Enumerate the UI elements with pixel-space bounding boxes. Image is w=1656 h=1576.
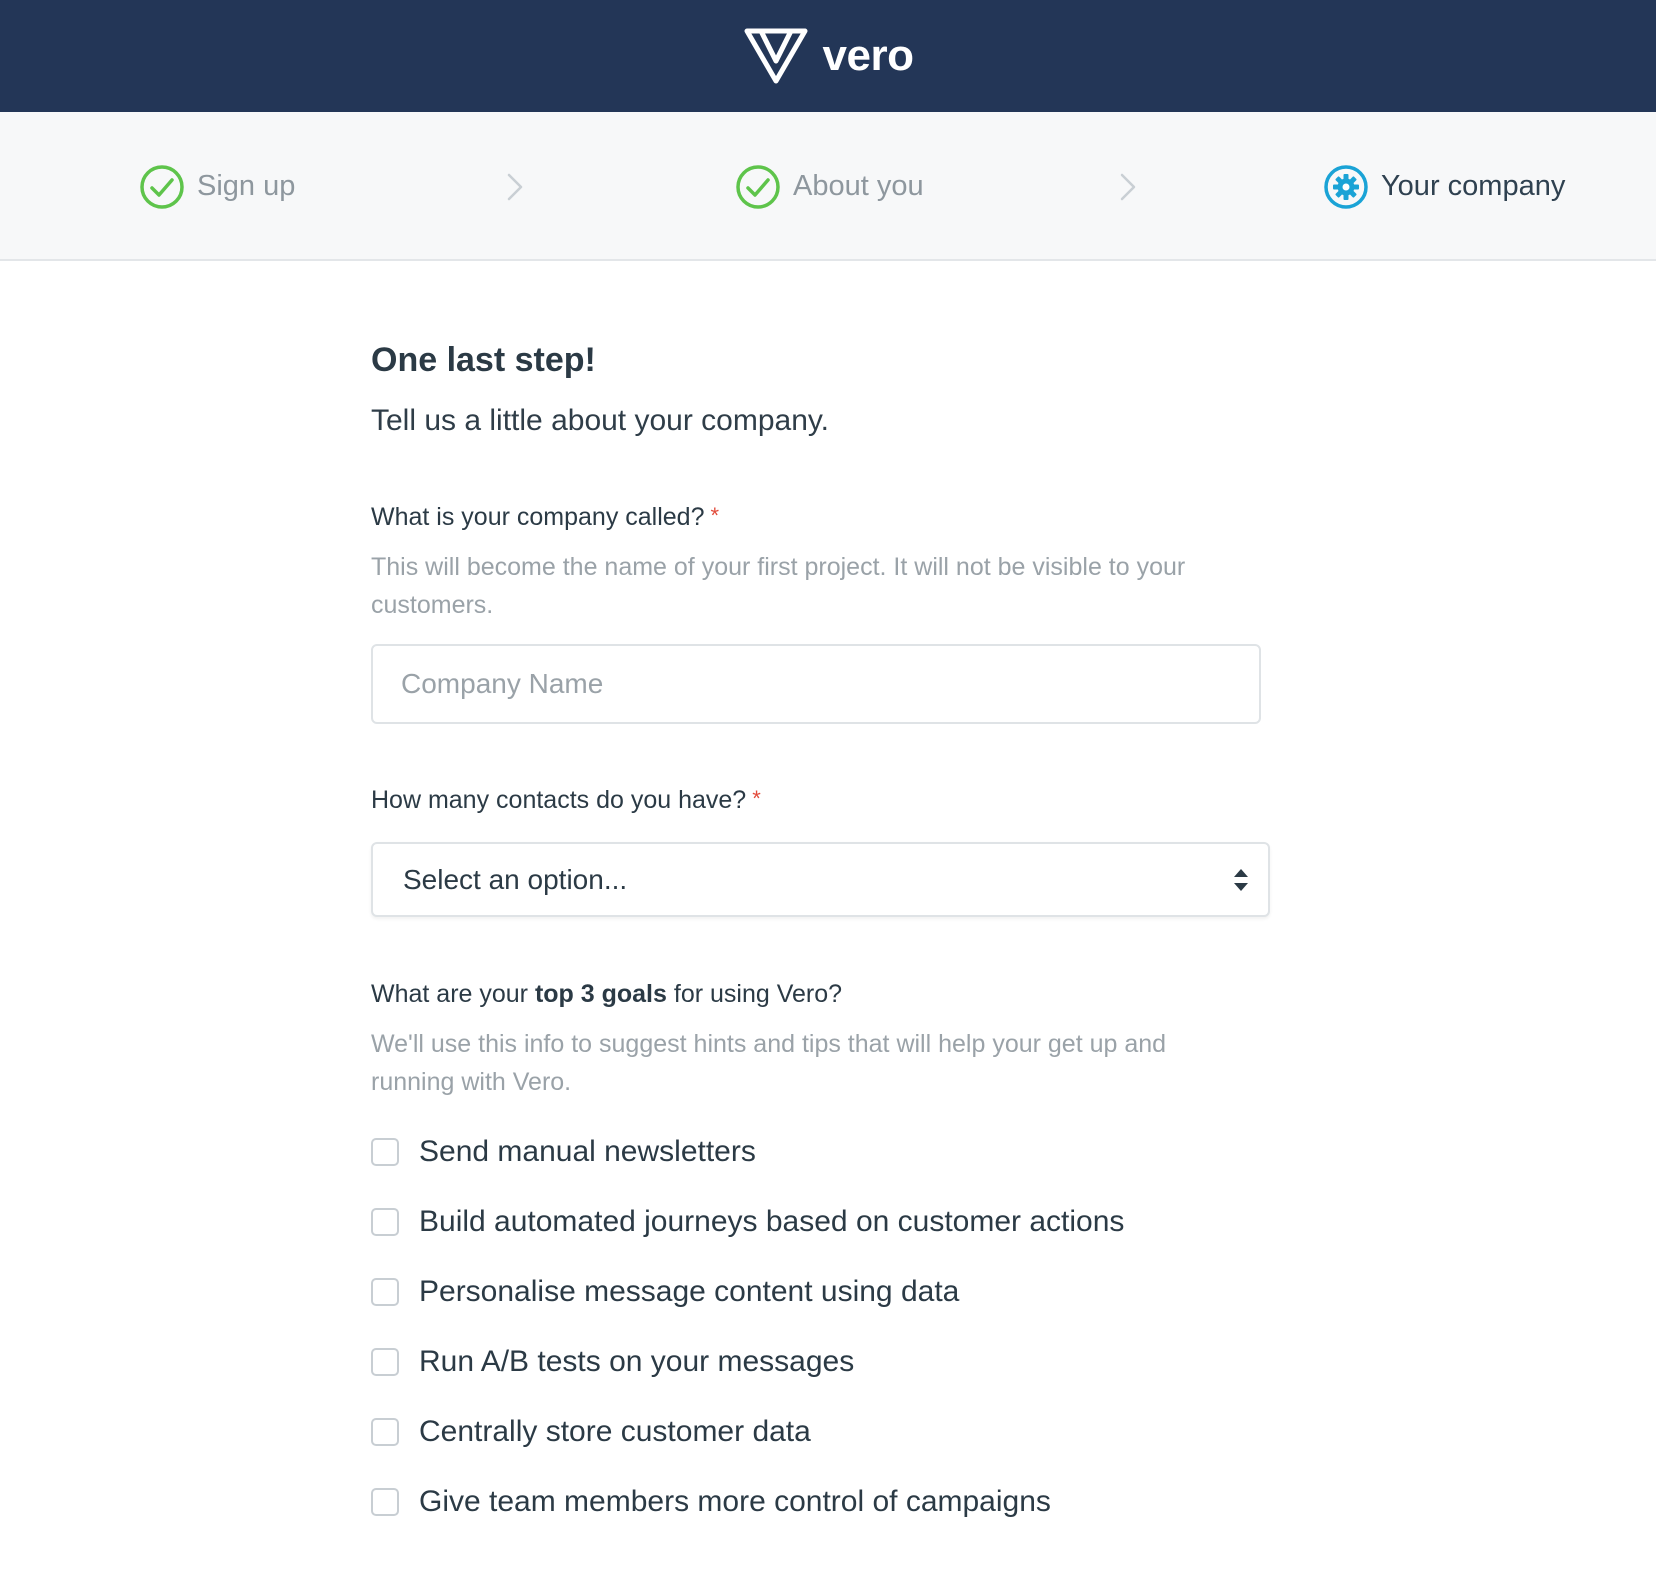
brand-name: vero [822, 31, 914, 80]
goal-label: Send manual newsletters [419, 1135, 756, 1168]
goal-option[interactable]: Give team members more control of campai… [371, 1467, 1124, 1537]
goals-question: What are your top 3 goals for using Vero… [371, 980, 842, 1009]
top-header: vero [0, 0, 1656, 112]
page-subtitle: Tell us a little about your company. [371, 404, 830, 437]
chevron-right-icon [1119, 112, 1137, 261]
goal-checkbox[interactable] [371, 1488, 399, 1516]
goal-option[interactable]: Centrally store customer data [371, 1397, 1124, 1467]
question-text-prefix: What are your [371, 980, 535, 1008]
goals-help: We'll use this info to suggest hints and… [371, 1030, 1167, 1096]
goal-option[interactable]: Personalise message content using data [371, 1257, 1124, 1327]
goal-label: Give team members more control of campai… [419, 1485, 1051, 1518]
select-arrows-icon [1234, 868, 1248, 891]
step-about-you[interactable]: About you [735, 112, 924, 261]
required-mark: * [710, 503, 720, 528]
gear-icon [1324, 164, 1368, 209]
select-value: Select an option... [403, 863, 628, 895]
goal-option[interactable]: Send manual newsletters [371, 1117, 1124, 1187]
goal-checkbox[interactable] [371, 1348, 399, 1376]
contacts-select[interactable]: Select an option... [371, 842, 1270, 917]
progress-steps: Sign up About you Your company [0, 112, 1656, 261]
goal-checkbox[interactable] [371, 1208, 399, 1236]
goal-checkbox[interactable] [371, 1418, 399, 1446]
vero-logo[interactable]: vero [743, 27, 914, 85]
question-text: What is your company called? [371, 503, 705, 531]
goal-checkbox[interactable] [371, 1278, 399, 1306]
goal-label: Run A/B tests on your messages [419, 1345, 855, 1378]
goal-label: Build automated journeys based on custom… [419, 1205, 1125, 1238]
goals-list: Send manual newsletters Build automated … [371, 1117, 1124, 1537]
page-title: One last step! [371, 341, 596, 379]
check-circle-icon [140, 164, 184, 209]
company-name-question: What is your company called? * [371, 503, 719, 532]
vero-logo-icon [744, 28, 808, 84]
chevron-right-icon [506, 112, 524, 261]
step-your-company[interactable]: Your company [1323, 112, 1565, 261]
step-label: Sign up [197, 170, 296, 202]
check-circle-icon [736, 164, 780, 209]
goal-option[interactable]: Build automated journeys based on custom… [371, 1187, 1124, 1257]
goal-checkbox[interactable] [371, 1138, 399, 1166]
question-text-bold: top 3 goals [534, 980, 667, 1008]
question-text-suffix: for using Vero? [666, 980, 843, 1008]
contacts-question: How many contacts do you have? * [371, 786, 761, 815]
required-mark: * [752, 786, 761, 811]
goal-label: Centrally store customer data [419, 1415, 811, 1448]
step-label: About you [793, 170, 924, 202]
step-sign-up[interactable]: Sign up [139, 112, 295, 261]
question-text: How many contacts do you have? [371, 786, 747, 814]
goal-label: Personalise message content using data [419, 1275, 960, 1308]
step-label: Your company [1381, 170, 1566, 202]
goal-option[interactable]: Run A/B tests on your messages [371, 1327, 1124, 1397]
company-name-help: This will become the name of your first … [371, 553, 1186, 619]
company-name-input[interactable] [371, 644, 1261, 724]
